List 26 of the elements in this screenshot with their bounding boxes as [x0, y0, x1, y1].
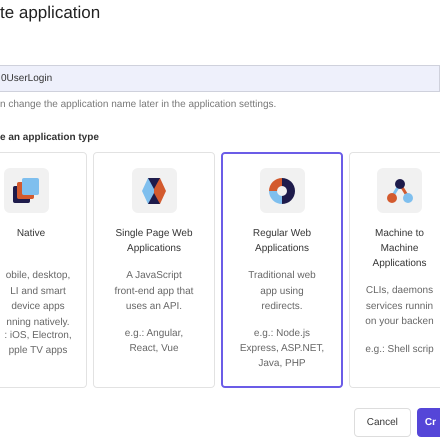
app-type-description: Traditional web app using redirects. — [248, 269, 316, 314]
app-type-description: CLIs, daemons services runnin on your backen — [365, 284, 434, 329]
app-type-card[interactable]: Machine to Machine Applications CLIs, daemons services runnin on your backen e.g.: Shell scrip — [349, 152, 440, 388]
name-input-field[interactable]: 0UserLogin — [0, 65, 440, 92]
app-type-title: Machine to Machine Applications — [372, 227, 426, 271]
app-type-title: Native — [16, 227, 46, 241]
app-type-title: Regular Web Applications — [252, 227, 312, 256]
app-type-description: obile, desktop, LI and smart device apps nning natively. — [6, 269, 70, 330]
app-type-examples: : iOS, Electron, pple TV apps — [4, 329, 72, 358]
stacked-squares-icon — [12, 176, 40, 204]
cancel-button[interactable]: Cancel — [354, 408, 411, 437]
ring-icon — [268, 176, 296, 204]
app-type-card[interactable]: Native obile, desktop, LI and smart device apps nning natively. : iOS, Electron, pple TV apps — [0, 152, 87, 388]
hexagon-icon — [141, 176, 167, 204]
create-button[interactable]: Cr — [416, 408, 440, 437]
app-type-card[interactable]: Regular Web Applications Traditional web app using redirects. e.g.: Node.js Express, ASP.NET, Java, PHP — [221, 152, 343, 388]
helper-text: n change the application name later in the application settings. — [0, 98, 278, 112]
app-type-examples: e.g.: Angular, React, Vue — [124, 327, 184, 356]
app-type-examples: e.g.: Node.js Express, ASP.NET, Java, PHP — [240, 327, 324, 371]
dialog-title: te application — [0, 2, 102, 24]
app-type-card[interactable]: Single Page Web Applications A JavaScript front-end app that uses an API. e.g.: Angular, React, Vue — [93, 152, 215, 388]
app-type-examples: e.g.: Shell scrip — [365, 342, 434, 356]
app-type-title: Single Page Web Applications — [115, 227, 193, 256]
connected-nodes-icon — [386, 178, 414, 204]
app-type-description: A JavaScript front-end app that uses an API. — [114, 269, 194, 314]
section-label: e an application type — [0, 131, 100, 145]
